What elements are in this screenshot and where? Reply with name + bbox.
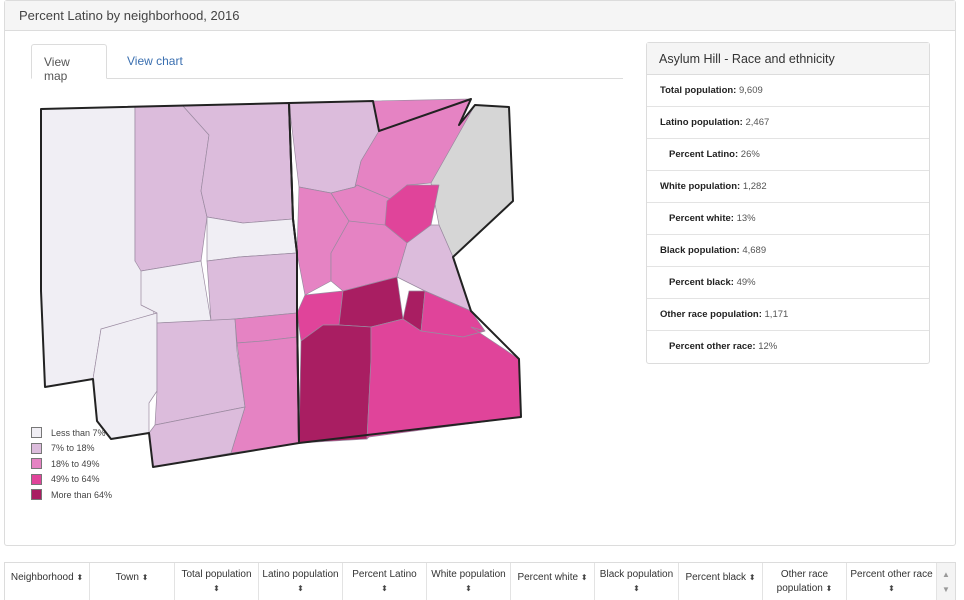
column-header-white-population[interactable]: White population ⬍ [427, 563, 511, 600]
legend-item: More than 64% [31, 487, 112, 503]
table-scrollbar[interactable]: ▲ ▼ [937, 563, 955, 600]
info-row-black-population: Black population: 4,689 [647, 235, 929, 267]
column-header-percent-white[interactable]: Percent white ⬍ [511, 563, 595, 600]
info-row-percent-other-race: Percent other race: 12% [669, 341, 778, 352]
panel-title: Percent Latino by neighborhood, 2016 [5, 1, 955, 31]
legend-swatch [31, 442, 42, 454]
column-header-town[interactable]: Town ⬍ [90, 563, 175, 600]
data-table-header: Neighborhood ⬍ Town ⬍ Total population ⬍ … [4, 562, 956, 600]
legend-swatch [31, 473, 42, 485]
map-legend: Less than 7% 7% to 18% 18% to 49% 49% to… [31, 425, 112, 503]
legend-swatch [31, 489, 42, 501]
legend-swatch [31, 458, 42, 470]
sort-icon: ⬍ [141, 573, 149, 582]
sort-icon: ⬍ [213, 584, 220, 593]
scroll-down-icon[interactable]: ▼ [942, 582, 950, 597]
column-header-other-race-population[interactable]: Other race population ⬍ [763, 563, 847, 600]
scroll-up-icon[interactable]: ▲ [942, 567, 950, 582]
column-header-total-population[interactable]: Total population ⬍ [175, 563, 259, 600]
map-region[interactable] [298, 324, 372, 444]
legend-item: 18% to 49% [31, 456, 112, 472]
neighborhood-info-panel: Asylum Hill - Race and ethnicity Total p… [646, 42, 930, 364]
sort-icon: ⬍ [825, 584, 833, 593]
neighborhood-map [40, 98, 522, 468]
legend-label: Less than 7% [51, 427, 106, 438]
column-header-neighborhood[interactable]: Neighborhood ⬍ [5, 563, 90, 600]
sort-icon: ⬍ [381, 584, 388, 593]
sort-icon: ⬍ [580, 573, 588, 582]
info-row-percent-black: Percent black: 49% [647, 267, 929, 299]
legend-label: 49% to 64% [51, 474, 100, 485]
column-header-black-population[interactable]: Black population ⬍ [595, 563, 679, 600]
tab-view-chart[interactable]: View chart [115, 44, 195, 79]
info-row-total-population: Total population: 9,609 [647, 75, 929, 107]
tab-view-map[interactable]: View map [31, 44, 107, 83]
column-header-percent-other-race[interactable]: Percent other race ⬍ [847, 563, 937, 600]
legend-label: 7% to 18% [51, 443, 95, 454]
legend-swatch [31, 427, 42, 439]
column-header-latino-population[interactable]: Latino population ⬍ [259, 563, 343, 600]
sort-icon: ⬍ [297, 584, 304, 593]
info-row-percent-white: Percent white: 13% [647, 203, 929, 235]
map-region[interactable] [92, 312, 158, 440]
map-region[interactable] [154, 318, 246, 426]
info-row-white-population: White population: 1,282 [647, 171, 929, 203]
legend-item: 7% to 18% [31, 441, 112, 457]
sort-icon: ⬍ [888, 584, 895, 593]
legend-label: 18% to 49% [51, 458, 100, 469]
tab-bar: View map View chart [31, 44, 623, 83]
legend-item: Less than 7% [31, 425, 112, 441]
map-region[interactable] [134, 105, 210, 272]
column-header-percent-latino[interactable]: Percent Latino ⬍ [343, 563, 427, 600]
map-region[interactable] [206, 252, 298, 322]
sort-icon: ⬍ [633, 584, 640, 593]
column-header-percent-black[interactable]: Percent black ⬍ [679, 563, 763, 600]
info-row-other-race-population: Other race population: 1,171 [647, 299, 929, 331]
info-row-latino-population: Latino population: 2,467 [647, 107, 929, 139]
legend-label: More than 64% [51, 489, 113, 500]
info-row-percent-latino: Percent Latino: 26% [647, 139, 929, 171]
sort-icon: ⬍ [748, 573, 756, 582]
info-title: Asylum Hill - Race and ethnicity [647, 43, 929, 75]
sort-icon: ⬍ [465, 584, 472, 593]
legend-item: 49% to 64% [31, 472, 112, 488]
sort-icon: ⬍ [76, 573, 84, 582]
